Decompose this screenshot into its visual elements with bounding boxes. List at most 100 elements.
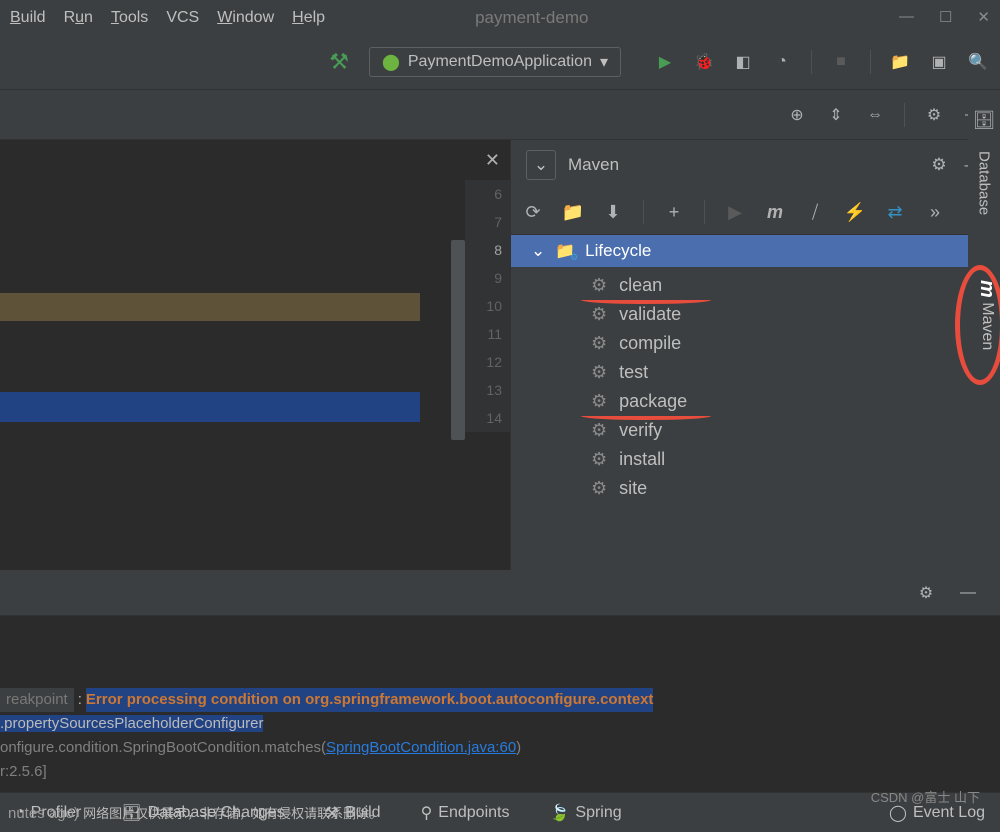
lifecycle-validate[interactable]: ⚙validate [511,300,1000,329]
lifecycle-node[interactable]: ⌄ 📁⚙ Lifecycle [511,235,1000,267]
panel-footer: ⚙ — [0,570,1000,615]
folder-icon[interactable]: 📁 [888,50,912,74]
panel-chevron-icon[interactable]: ⌄ [526,150,556,180]
folder-gear-icon: 📁⚙ [555,241,575,261]
run-anything-icon[interactable]: ▣ [927,50,951,74]
lifecycle-test[interactable]: ⚙test [511,358,1000,387]
lifecycle-list: ⚙clean ⚙validate ⚙compile ⚙test ⚙package… [511,267,1000,507]
close-icon[interactable]: ✕ [977,8,990,26]
expand-icon[interactable]: ⇕ [824,103,848,127]
lifecycle-verify[interactable]: ⚙verify [511,416,1000,445]
lifecycle-package[interactable]: ⚙package [511,387,1000,416]
line-number: 11 [465,320,502,348]
error-text-2: .propertySourcesPlaceholderConfigurer [0,715,263,732]
error-text: Error processing condition on org.spring… [86,688,654,712]
maven-panel: ⌄ Maven ⚙ — ⟳ 📁 ⬇ + ▶ m ⧸ ⚡ ⇄ » ⌄ 📁⚙ Lif… [510,140,1000,570]
skip-tests-icon[interactable]: ⧸ [803,200,827,224]
add-icon[interactable]: + [662,200,686,224]
main-toolbar: ⚒ ⬤ PaymentDemoApplication ▾ ▶ 🐞 ◧ ◔ ■ 📁… [0,35,1000,90]
breakpoint-label: reakpoint [0,688,74,712]
search-icon[interactable]: 🔍 [966,50,990,74]
collapse-icon[interactable]: ⇔ [863,103,887,127]
menu-vcs[interactable]: VCS [166,9,199,27]
offline-icon[interactable]: ⚡ [843,200,867,224]
console[interactable]: reakpoint : Error processing condition o… [0,680,1000,792]
line-number: 6 [465,180,502,208]
lifecycle-site[interactable]: ⚙site [511,474,1000,503]
editor-scrollbar[interactable] [451,240,465,440]
menu-tools[interactable]: Tools [111,9,148,27]
window-title: payment-demo [475,8,588,28]
database-icon[interactable]: 🗄 [973,110,996,131]
build-hammer-icon[interactable]: ⚒ [329,49,349,75]
sub-toolbar: ⊕ ⇕ ⇔ ⚙ — [0,90,1000,140]
gear-icon: ⚙ [591,275,607,296]
generate-sources-icon[interactable]: 📁 [561,200,585,224]
titlebar: BBuilduild Run Tools VCS Window Help pay… [0,0,1000,35]
show-deps-icon[interactable]: ⇄ [883,200,907,224]
run-config-label: PaymentDemoApplication [408,53,592,71]
reload-icon[interactable]: ⟳ [521,200,545,224]
run-maven-icon[interactable]: ▶ [723,200,747,224]
faded-footer: nutes ago) 网络图片仅供展示，非存储，如有侵权请联系删除。 [0,801,390,824]
more-icon[interactable]: » [923,200,947,224]
lifecycle-label: Lifecycle [585,241,651,261]
stop-icon[interactable]: ■ [829,50,853,74]
endpoints-tab[interactable]: ⚲Endpoints [421,803,510,823]
source-link[interactable]: SpringBootCondition.java:60 [326,739,516,756]
coverage-icon[interactable]: ◧ [731,50,755,74]
line-number: 10 [465,292,502,320]
editor[interactable]: ✕ ⌄ 6 7 8 9 10 11 12 13 14 [0,140,510,570]
menu-window[interactable]: Window [217,9,274,27]
line-number: 14 [465,404,502,432]
content-area: ✕ ⌄ 6 7 8 9 10 11 12 13 14 ⌄ Maven ⚙ — ⟳… [0,140,1000,570]
gear-icon[interactable]: ⚙ [914,581,938,605]
database-tab[interactable]: Database [976,151,993,215]
maven-m-icon[interactable]: m [763,200,787,224]
menu-help[interactable]: Help [292,9,325,27]
line-number: 13 [465,376,502,404]
menu-build[interactable]: BBuilduild [10,9,46,27]
minimize-icon[interactable]: — [956,581,980,605]
maven-panel-title: Maven [568,155,619,175]
gear-icon[interactable]: ⚙ [922,103,946,127]
window-controls: — ☐ ✕ [899,8,990,26]
debug-icon[interactable]: 🐞 [692,50,716,74]
endpoints-icon: ⚲ [421,803,433,823]
gear-icon: ⚙ [591,333,607,354]
minimize-icon[interactable]: — [899,8,914,26]
lifecycle-install[interactable]: ⚙install [511,445,1000,474]
panel-gear-icon[interactable]: ⚙ [927,153,951,177]
annotation-circle [955,265,1000,385]
annotation-mark [581,296,711,304]
gear-icon: ⚙ [591,362,607,383]
target-icon[interactable]: ⊕ [785,103,809,127]
menu-run[interactable]: Run [64,9,93,27]
line-gutter: 6 7 8 9 10 11 12 13 14 [465,180,510,432]
stack-version: r:2.5.6] [0,760,1000,784]
line-number: 7 [465,208,502,236]
run-config-selector[interactable]: ⬤ PaymentDemoApplication ▾ [369,47,621,77]
lifecycle-compile[interactable]: ⚙compile [511,329,1000,358]
lifecycle-clean[interactable]: ⚙clean [511,271,1000,300]
main-menu: BBuilduild Run Tools VCS Window Help [10,9,325,27]
stack-text: onfigure.condition.SpringBootCondition.m… [0,739,326,756]
maven-toolbar: ⟳ 📁 ⬇ + ▶ m ⧸ ⚡ ⇄ » [511,190,1000,235]
gear-icon: ⚙ [591,449,607,470]
editor-highlight-blue [0,392,420,422]
download-icon[interactable]: ⬇ [601,200,625,224]
line-number: 9 [465,264,502,292]
editor-strip [0,615,1000,680]
gear-icon: ⚙ [591,420,607,441]
spring-leaf-icon: ⬤ [382,52,400,72]
spring-tab[interactable]: 🍃Spring [549,803,621,823]
close-tab-icon[interactable]: ✕ [485,150,500,171]
annotation-mark [581,412,711,420]
gear-icon: ⚙ [591,391,607,412]
run-icon[interactable]: ▶ [653,50,677,74]
profile-icon[interactable]: ◔ [770,50,794,74]
line-number: 12 [465,348,502,376]
gear-icon: ⚙ [591,304,607,325]
maximize-icon[interactable]: ☐ [939,8,952,26]
line-number: 8 [465,236,502,264]
